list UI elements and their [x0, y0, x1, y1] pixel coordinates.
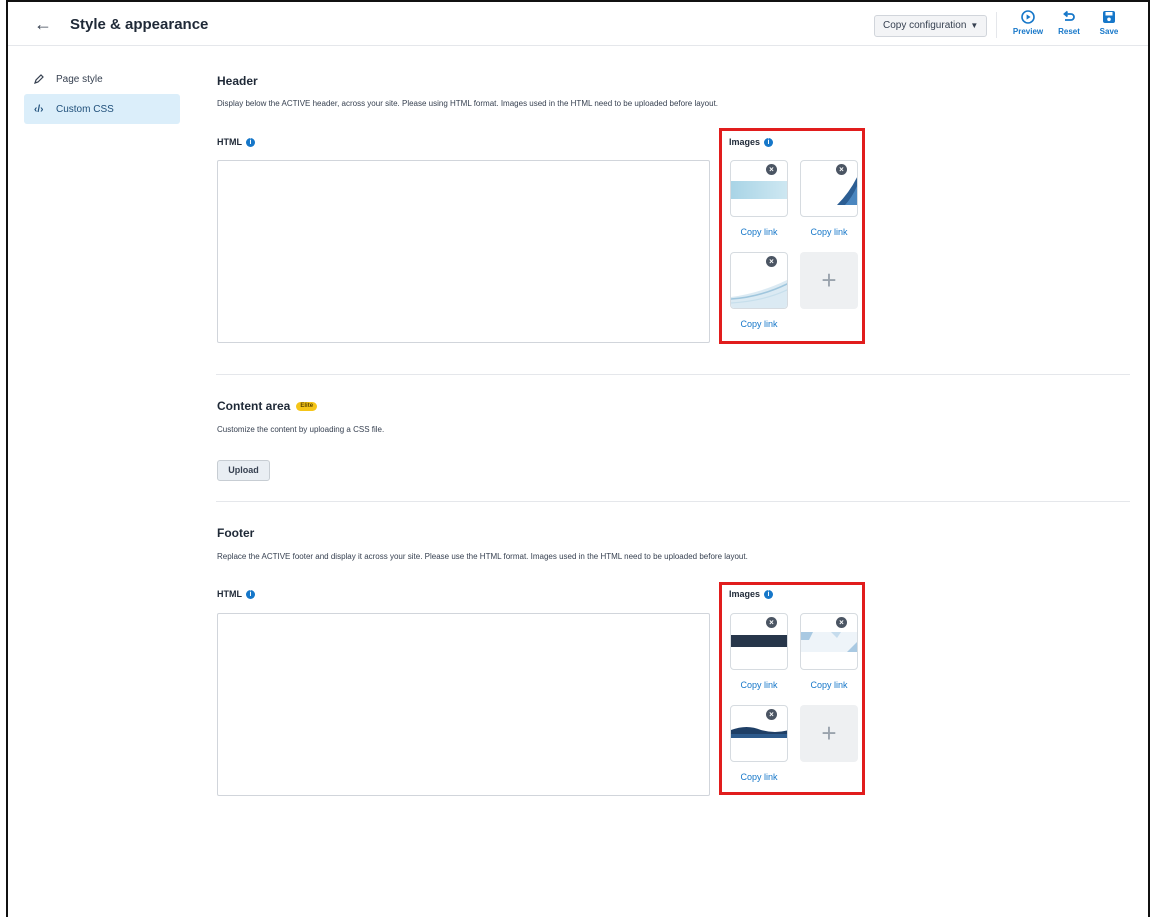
undo-icon: [1063, 10, 1075, 21]
image-preview: [837, 177, 857, 205]
copy-link-button[interactable]: Copy link: [730, 772, 788, 782]
copy-link-button[interactable]: Copy link: [800, 680, 858, 690]
save-button[interactable]: Save: [1092, 10, 1126, 36]
image-preview: [801, 632, 857, 652]
footer-section-title: Footer: [217, 526, 255, 540]
header-image-thumbnail-1[interactable]: ×: [730, 160, 788, 217]
save-disk-icon: [1103, 11, 1115, 23]
header-html-label: HTML i: [217, 137, 255, 147]
image-preview: [731, 181, 787, 199]
app-window: ← Style & appearance Copy configuration ▼…: [6, 0, 1150, 917]
image-preview: [731, 635, 787, 647]
remove-image-icon[interactable]: ×: [766, 709, 777, 720]
add-image-button[interactable]: +: [800, 252, 858, 309]
save-label: Save: [1099, 27, 1119, 36]
remove-image-icon[interactable]: ×: [766, 617, 777, 628]
copy-link-button[interactable]: Copy link: [730, 319, 788, 329]
add-image-button[interactable]: +: [800, 705, 858, 762]
upload-button[interactable]: Upload: [217, 460, 270, 481]
footer-image-thumbnail-2[interactable]: ×: [800, 613, 858, 670]
content-area-description: Customize the content by uploading a CSS…: [217, 425, 385, 434]
top-bar: ← Style & appearance Copy configuration ▼…: [8, 2, 1148, 46]
footer-section-description: Replace the ACTIVE footer and display it…: [217, 552, 748, 561]
content-area-title-text: Content area: [217, 399, 291, 413]
footer-html-label-text: HTML: [217, 589, 242, 599]
image-preview: [731, 279, 787, 308]
preview-label: Preview: [1012, 27, 1044, 36]
reset-label: Reset: [1058, 27, 1080, 36]
elite-badge: Elite: [296, 402, 318, 412]
page-title: Style & appearance: [70, 16, 209, 33]
reset-button[interactable]: Reset: [1052, 10, 1086, 36]
copy-configuration-label: Copy configuration: [883, 20, 967, 31]
sidebar-item-custom-css[interactable]: ‹/› Custom CSS: [24, 94, 180, 124]
sidebar: Page style ‹/› Custom CSS: [24, 64, 180, 124]
copy-link-button[interactable]: Copy link: [730, 227, 788, 237]
header-image-thumbnail-3[interactable]: ×: [730, 252, 788, 309]
section-divider: [216, 501, 1130, 502]
remove-image-icon[interactable]: ×: [836, 164, 847, 175]
remove-image-icon[interactable]: ×: [766, 164, 777, 175]
copy-link-button[interactable]: Copy link: [730, 680, 788, 690]
pencil-icon: [34, 74, 48, 84]
footer-html-input[interactable]: [217, 613, 710, 796]
header-html-label-text: HTML: [217, 137, 242, 147]
footer-html-label: HTML i: [217, 589, 255, 599]
copy-configuration-dropdown[interactable]: Copy configuration ▼: [874, 15, 988, 37]
content-area-section-title: Content area Elite: [217, 399, 318, 413]
footer-image-thumbnail-3[interactable]: ×: [730, 705, 788, 762]
sidebar-item-page-style[interactable]: Page style: [24, 64, 180, 94]
info-icon[interactable]: i: [246, 137, 255, 147]
toolbar-divider: [996, 12, 997, 38]
section-divider: [216, 374, 1130, 375]
header-html-input[interactable]: [217, 160, 710, 343]
header-section-description: Display below the ACTIVE header, across …: [217, 99, 719, 108]
sidebar-item-label: Page style: [56, 73, 103, 85]
remove-image-icon[interactable]: ×: [836, 617, 847, 628]
caret-down-icon: ▼: [970, 21, 979, 30]
arrow-left-icon[interactable]: ←: [34, 14, 52, 34]
preview-button[interactable]: Preview: [1011, 10, 1045, 36]
image-preview: [731, 727, 787, 738]
footer-image-thumbnail-1[interactable]: ×: [730, 613, 788, 670]
remove-image-icon[interactable]: ×: [766, 256, 777, 267]
header-section-title: Header: [217, 74, 258, 88]
play-circle-icon: [1021, 10, 1035, 24]
sidebar-item-label: Custom CSS: [56, 103, 114, 115]
copy-link-button[interactable]: Copy link: [800, 227, 858, 237]
info-icon[interactable]: i: [246, 589, 255, 599]
header-image-thumbnail-2[interactable]: ×: [800, 160, 858, 217]
code-icon: ‹/›: [34, 103, 44, 115]
